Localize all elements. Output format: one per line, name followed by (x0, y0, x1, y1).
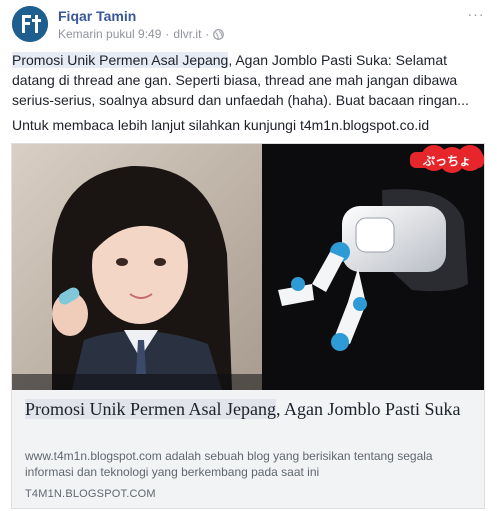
message-highlight-link[interactable]: Promosi Unik Permen Asal Jepang (12, 52, 229, 68)
meta-separator: · (165, 27, 170, 41)
link-preview-body[interactable]: Promosi Unik Permen Asal Jepang, Agan Jo… (12, 390, 484, 508)
link-preview-domain: T4M1N.BLOGSPOT.COM (25, 488, 156, 500)
author-name[interactable]: Fiqar Tamin (58, 8, 136, 24)
globe-icon[interactable] (213, 28, 225, 40)
link-preview-card[interactable]: ぷっちょ Promosi Unik Permen Asal Jepang, Ag… (11, 143, 485, 509)
link-preview-description: www.t4m1n.blogspot.com adalah sebuah blo… (25, 449, 433, 479)
link-preview-image[interactable]: ぷっちょ (12, 144, 484, 390)
post-meta: Kemarin pukul 9:49 · dlvr.it · (58, 27, 225, 41)
title-rest[interactable]: , Agan Jomblo Pasti Suka (276, 399, 461, 419)
title-highlight[interactable]: Promosi Unik Permen Asal Jepang (25, 399, 276, 419)
meta-separator-2: · (205, 27, 210, 41)
link-preview-title[interactable]: Promosi Unik Permen Asal Jepang, Agan Jo… (25, 398, 477, 420)
avatar-logo-icon (12, 6, 48, 42)
post-timestamp[interactable]: Kemarin pukul 9:49 (58, 27, 161, 41)
post-message: Promosi Unik Permen Asal Jepang, Agan Jo… (12, 50, 486, 110)
post-source[interactable]: dlvr.it (173, 27, 201, 41)
post-header: Fiqar Tamin Kemarin pukul 9:49 · dlvr.it… (12, 6, 487, 42)
read-more-text: Untuk membaca lebih lanjut silahkan kunj… (12, 117, 430, 133)
avatar[interactable] (12, 6, 48, 42)
more-options-icon[interactable]: ··· (465, 6, 487, 24)
preview-photo: ぷっちょ (12, 144, 484, 390)
brand-logo-text: ぷっちょ (422, 154, 471, 168)
